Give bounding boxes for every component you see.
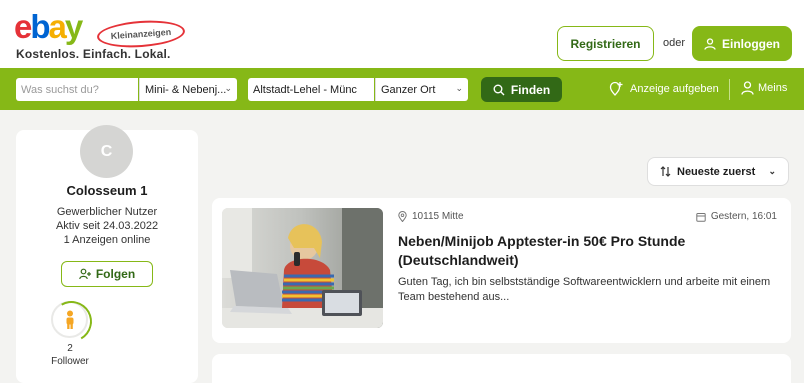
chevron-down-icon: ⌄ — [455, 83, 463, 93]
account-link[interactable]: Meins — [741, 81, 787, 95]
follower-badge — [51, 301, 88, 338]
follow-label: Folgen — [95, 267, 136, 281]
listing-card[interactable]: 10115 Mitte Gestern, 16:01 Neben/Minijob… — [212, 198, 791, 343]
chevron-down-icon: ⌄ — [224, 83, 232, 93]
register-button[interactable]: Registrieren — [557, 26, 654, 61]
ads-online-count: 1 Anzeigen online — [63, 234, 151, 246]
radius-value: Ganzer Ort — [381, 83, 436, 96]
radius-select[interactable]: Ganzer Ort ⌄ — [375, 78, 468, 101]
listing-date: Gestern, 16:01 — [696, 211, 777, 222]
find-label: Finden — [510, 82, 551, 97]
active-since: Aktiv seit 24.03.2022 — [55, 220, 159, 232]
post-ad-label: Anzeige aufgeben — [630, 83, 719, 95]
follower-count: 2 — [67, 343, 73, 354]
seller-type: Gewerblicher Nutzer — [56, 206, 158, 218]
top-header: ebay Kleinanzeigen Kostenlos. Einfach. L… — [0, 0, 804, 68]
post-ad-link[interactable]: Anzeige aufgeben — [608, 81, 719, 97]
user-icon — [704, 37, 716, 50]
category-value: Mini- & Nebenj... — [145, 83, 227, 96]
listing-title[interactable]: Neben/Minijob Apptester-in 50€ Pro Stund… — [398, 232, 768, 270]
sort-icon — [660, 166, 671, 177]
location-input[interactable]: Altstadt-Lehel - Münc — [248, 78, 374, 101]
search-icon — [493, 84, 505, 95]
login-button[interactable]: Einloggen — [692, 26, 792, 61]
user-icon — [741, 81, 754, 95]
logo-badge: Kleinanzeigen — [96, 17, 186, 51]
listing-card-partial[interactable] — [212, 354, 791, 383]
or-label: oder — [663, 37, 686, 49]
follow-button[interactable]: Folgen — [61, 261, 153, 287]
chevron-down-icon: ⌄ — [768, 166, 776, 176]
ebay-kleinanzeigen-logo[interactable]: ebay Kleinanzeigen Kostenlos. Einfach. L… — [14, 8, 186, 61]
person-icon — [66, 310, 73, 329]
avatar: C — [80, 125, 133, 178]
listing-thumbnail[interactable] — [222, 208, 383, 328]
login-label: Einloggen — [722, 36, 780, 51]
add-location-icon — [609, 81, 623, 96]
location-pin-icon — [398, 211, 407, 222]
follower-label: Follower — [51, 356, 89, 367]
listing-location: 10115 Mitte — [398, 211, 464, 222]
seller-profile-card: C Colosseum 1 Gewerblicher Nutzer Aktiv … — [16, 125, 198, 383]
listing-date-text: Gestern, 16:01 — [710, 211, 777, 222]
add-user-icon — [79, 268, 91, 280]
find-button[interactable]: Finden — [481, 77, 562, 102]
divider — [729, 79, 730, 100]
sort-label: Neueste zuerst — [677, 165, 756, 178]
listing-location-text: 10115 Mitte — [412, 211, 464, 222]
search-input[interactable]: Was suchst du? — [16, 78, 138, 101]
search-bar: Was suchst du? Mini- & Nebenj... ⌄ Altst… — [0, 68, 804, 110]
calendar-icon — [696, 212, 706, 222]
account-label: Meins — [758, 82, 788, 94]
category-select[interactable]: Mini- & Nebenj... ⌄ — [139, 78, 237, 101]
sort-dropdown[interactable]: Neueste zuerst ⌄ — [647, 157, 789, 186]
listing-photo — [222, 208, 383, 328]
logo-tagline: Kostenlos. Einfach. Lokal. — [16, 47, 171, 61]
logo-wordmark: ebay — [14, 8, 83, 45]
seller-name: Colosseum 1 — [66, 183, 148, 198]
listing-description: Guten Tag, ich bin selbstständige Softwa… — [398, 276, 771, 303]
